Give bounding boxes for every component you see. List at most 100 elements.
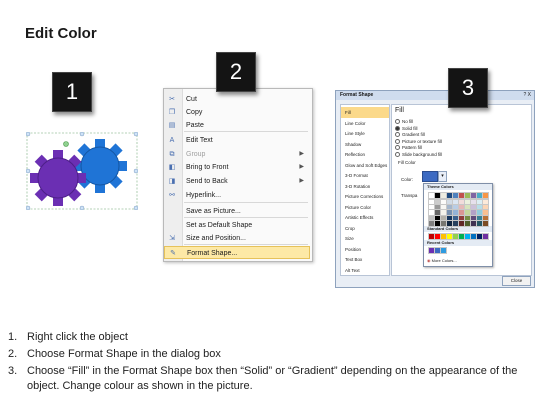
fill-option-no-fill[interactable]: No fill (395, 119, 413, 125)
menu-item-copy[interactable]: ❐ Copy (164, 106, 310, 119)
nav-item-fill[interactable]: Fill (341, 107, 389, 118)
nav-item-line-color[interactable]: Line Color (341, 118, 389, 129)
menu-item-send-to-back[interactable]: ◨ Send to Back ▶ (164, 175, 310, 188)
radio-icon[interactable] (395, 119, 400, 125)
chevron-right-icon: ▶ (299, 164, 304, 170)
nav-item-label: Glow and Soft Edges (345, 162, 388, 168)
fill-option-solid-fill[interactable]: Solid fill (395, 126, 418, 132)
nav-item-label: Artistic Effects (345, 215, 374, 220)
menu-item-label: Paste (186, 122, 204, 129)
nav-item-label: Size (345, 236, 354, 241)
step-badge-3: 3 (448, 68, 488, 108)
gears-illustration[interactable] (26, 132, 138, 210)
color-label: Color: (401, 177, 414, 182)
menu-item-label: Format Shape... (187, 250, 238, 257)
more-colors-link[interactable]: ◉ More Colors... (427, 258, 457, 263)
nav-item-shadow[interactable]: Shadow (341, 139, 389, 150)
nav-item-label: 3-D Format (345, 173, 368, 178)
copy-icon: ❐ (168, 109, 176, 116)
nav-item-label: Line Style (345, 131, 365, 136)
dialog-titlebar: Format Shape ? X (336, 91, 534, 100)
menu-item-label: Hyperlink... (186, 192, 222, 199)
fill-option-pattern-fill[interactable]: Pattern fill (395, 145, 422, 151)
radio-icon[interactable] (395, 125, 400, 131)
fill-option-label: Solid fill (402, 125, 418, 131)
instruction-number: 1. (8, 331, 18, 343)
scissors-icon: ✂ (169, 96, 175, 103)
color-palette: Theme Colors Standard Colors Recent Colo… (423, 183, 493, 267)
recent-colors-heading: Recent Colors (424, 240, 492, 246)
fill-option-gradient-fill[interactable]: Gradient fill (395, 132, 425, 138)
blue-gear[interactable] (73, 139, 127, 193)
fill-option-label: Picture or texture fill (402, 138, 442, 144)
chevron-right-icon: ▶ (299, 151, 304, 157)
nav-item-crop[interactable]: Crop (341, 223, 389, 234)
theme-colors-heading: Theme Colors (424, 184, 492, 190)
fill-option-label: No fill (402, 119, 414, 124)
more-colors-label: More Colors... (431, 258, 457, 263)
color-swatch[interactable] (482, 233, 489, 240)
menu-item-save-as-picture[interactable]: Save as Picture... (164, 205, 310, 218)
nav-item-text-box[interactable]: Text Box (341, 254, 389, 265)
nav-item-3-d-format[interactable]: 3-D Format (341, 170, 389, 181)
color-swatch[interactable] (482, 192, 489, 199)
menu-item-cut[interactable]: ✂ Cut (164, 93, 310, 106)
nav-item-label: Text Box (345, 257, 363, 262)
nav-item-label: 3-D Rotation (345, 183, 371, 189)
size-position-icon: ⇲ (169, 235, 175, 242)
menu-item-label: Group (186, 151, 206, 158)
radio-icon[interactable] (395, 151, 400, 157)
nav-item-artistic-effects[interactable]: Artistic Effects (341, 212, 389, 223)
nav-item-glow-and-soft-edges[interactable]: Glow and Soft Edges (341, 160, 389, 171)
radio-icon[interactable] (395, 132, 400, 138)
radio-icon[interactable] (395, 145, 400, 151)
nav-item-label: Shadow (345, 141, 362, 147)
fill-option-label: Pattern fill (402, 145, 423, 150)
menu-item-label: Bring to Front (186, 164, 229, 171)
fill-option-picture-or-texture-fill[interactable]: Picture or texture fill (395, 139, 442, 145)
menu-item-group[interactable]: ⧉ Group ▶ (164, 148, 310, 161)
nav-item-label: Picture Color (345, 204, 372, 210)
menu-item-label: Save as Picture... (186, 208, 241, 215)
menu-item-paste[interactable]: ▤ Paste (164, 119, 310, 132)
dialog-nav: Fill Line Color Line Style Shadow Reflection… (340, 104, 390, 276)
nav-item-label: Position (345, 246, 362, 252)
standard-colors-heading: Standard Colors (424, 226, 492, 232)
radio-icon[interactable] (395, 138, 400, 144)
color-swatch[interactable] (482, 219, 489, 227)
color-swatch[interactable] (440, 247, 447, 254)
menu-item-label: Copy (186, 109, 203, 116)
purple-gear[interactable] (30, 150, 86, 206)
dialog-controls[interactable]: ? X (523, 91, 531, 100)
menu-item-label: Edit Text (186, 137, 213, 144)
menu-item-format-shape[interactable]: ✎ Format Shape... (164, 246, 310, 259)
nav-item-3-d-rotation[interactable]: 3-D Rotation (341, 181, 389, 192)
nav-item-picture-color[interactable]: Picture Color (341, 202, 389, 213)
menu-item-label: Size and Position... (186, 235, 246, 242)
menu-item-label: Set as Default Shape (186, 222, 253, 229)
menu-item-label: Send to Back (186, 178, 228, 185)
menu-item-hyperlink[interactable]: ⚯ Hyperlink... (164, 189, 310, 202)
nav-item-line-style[interactable]: Line Style (341, 128, 389, 139)
close-button[interactable]: Close (502, 276, 531, 286)
menu-item-edit-text[interactable]: A Edit Text (164, 134, 310, 147)
step-badge-1: 1 (52, 72, 92, 112)
fill-option-slide-background-fill[interactable]: Slide background fill (395, 152, 442, 158)
fill-color-button[interactable] (422, 171, 438, 182)
menu-item-set-as-default-shape[interactable]: Set as Default Shape (164, 219, 310, 232)
menu-item-size-and-position[interactable]: ⇲ Size and Position... (164, 232, 310, 245)
paste-icon: ▤ (168, 122, 176, 129)
edit-text-icon: A (169, 137, 175, 144)
nav-item-reflection[interactable]: Reflection (341, 149, 389, 160)
rotation-handle[interactable] (63, 141, 69, 147)
menu-item-bring-to-front[interactable]: ◧ Bring to Front ▶ (164, 161, 310, 174)
nav-item-size[interactable]: Size (341, 233, 389, 244)
nav-item-picture-corrections[interactable]: Picture Corrections (341, 191, 389, 202)
fill-heading: Fill (395, 107, 404, 114)
palette-icon: ◉ (427, 258, 431, 263)
chevron-down-icon[interactable]: ▾ (438, 171, 447, 182)
nav-item-position[interactable]: Position (341, 244, 389, 255)
nav-item-alt-text[interactable]: Alt Text (341, 265, 389, 276)
context-menu: ✂ Cut ❐ Copy ▤ Paste A Edit Text ⧉ Group ▶ ◧ Bring t… (163, 88, 313, 262)
nav-item-label: Reflection (345, 152, 366, 157)
